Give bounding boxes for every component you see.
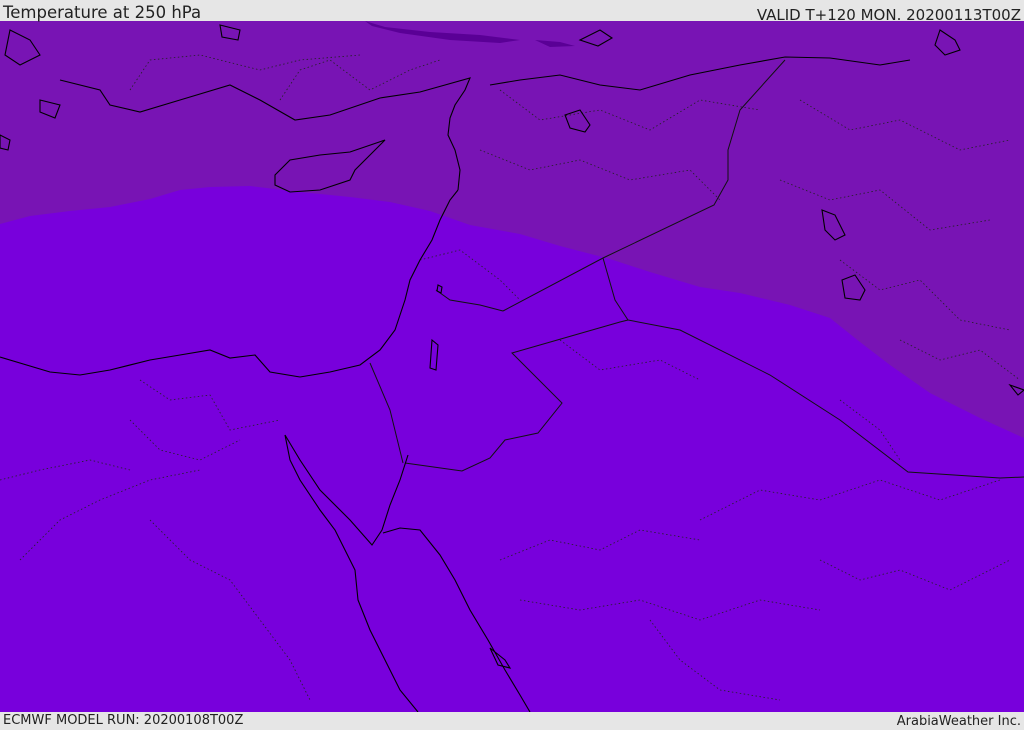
map-header: Temperature at 250 hPa VALID T+120 MON. … [0,0,1024,24]
map-title: Temperature at 250 hPa [3,3,202,22]
valid-time: VALID T+120 MON. 20200113T00Z [756,6,1021,24]
map-footer: ECMWF MODEL RUN: 20200108T00Z ArabiaWeat… [0,712,1024,729]
map-area [0,21,1024,712]
credit: ArabiaWeather Inc. [896,714,1021,729]
model-run: ECMWF MODEL RUN: 20200108T00Z [3,713,244,728]
temperature-map [0,21,1024,712]
